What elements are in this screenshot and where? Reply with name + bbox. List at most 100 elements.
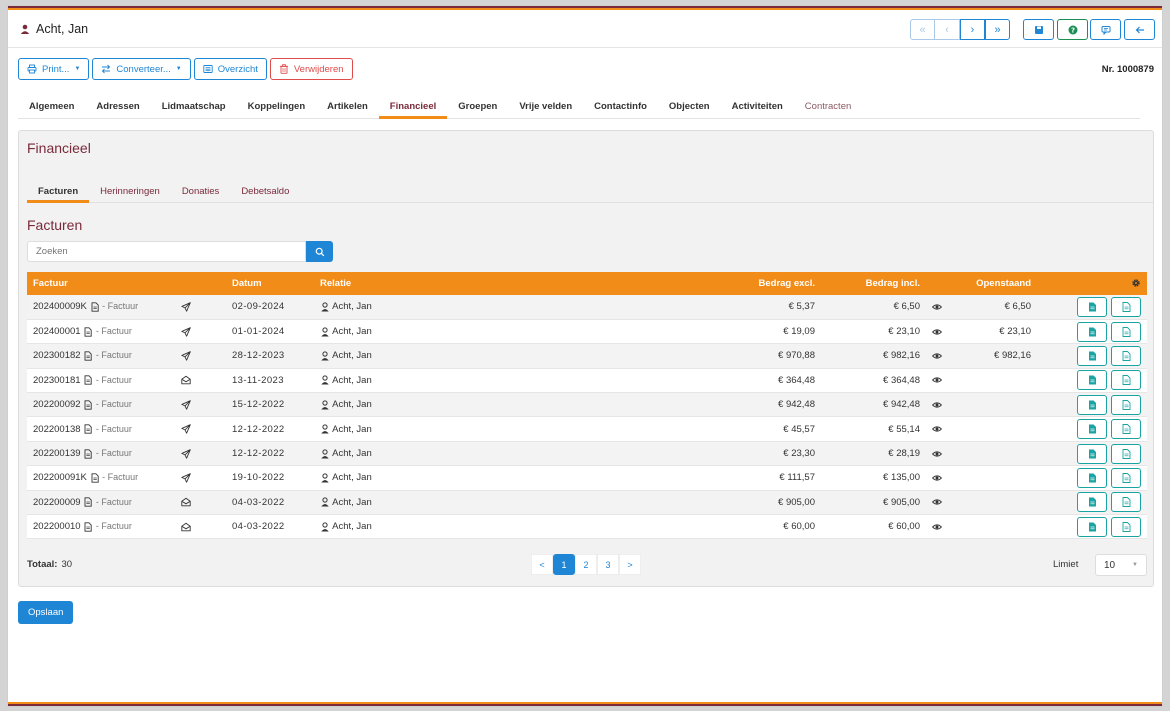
print-dropdown[interactable]: Print... ▼ bbox=[18, 58, 90, 80]
download-invoice-button[interactable] bbox=[1111, 443, 1141, 464]
tab-lidmaatschap[interactable]: Lidmaatschap bbox=[151, 96, 237, 118]
col-openstaand[interactable]: Openstaand bbox=[960, 272, 1037, 295]
help-button[interactable]: ? bbox=[1057, 19, 1088, 40]
col-datum[interactable]: Datum bbox=[226, 272, 314, 295]
download-invoice-button[interactable] bbox=[1111, 394, 1141, 415]
relation-name[interactable]: Acht, Jan bbox=[332, 399, 372, 410]
subtab-debetsaldo[interactable]: Debetsaldo bbox=[230, 184, 300, 202]
view-invoice-button[interactable] bbox=[1077, 492, 1107, 513]
tab-vrije-velden[interactable]: Vrije velden bbox=[508, 96, 583, 118]
download-invoice-button[interactable] bbox=[1111, 370, 1141, 391]
gear-icon[interactable] bbox=[1131, 278, 1141, 288]
eye-icon[interactable] bbox=[932, 327, 942, 337]
save-button[interactable]: Opslaan bbox=[18, 601, 74, 624]
invoice-number[interactable]: 202200009 bbox=[33, 497, 81, 508]
view-invoice-button[interactable] bbox=[1077, 419, 1107, 440]
page-3-button[interactable]: 3 bbox=[597, 554, 619, 575]
tab-adressen[interactable]: Adressen bbox=[85, 96, 150, 118]
col-bedrag-incl[interactable]: Bedrag incl. bbox=[821, 272, 926, 295]
eye-icon[interactable] bbox=[932, 449, 942, 459]
table-row[interactable]: 202200092 - Factuur 15-12-2022 Acht, Jan €… bbox=[27, 392, 1147, 417]
invoice-number[interactable]: 202400001 bbox=[33, 326, 81, 337]
tab-objecten[interactable]: Objecten bbox=[658, 96, 721, 118]
view-invoice-button[interactable] bbox=[1077, 296, 1107, 317]
previous-page-button[interactable]: < bbox=[531, 554, 553, 575]
invoice-number[interactable]: 202200091K bbox=[33, 472, 87, 483]
invoice-number[interactable]: 202300182 bbox=[33, 350, 81, 361]
tab-contactinfo[interactable]: Contactinfo bbox=[583, 96, 658, 118]
view-invoice-button[interactable] bbox=[1077, 345, 1107, 366]
relation-name[interactable]: Acht, Jan bbox=[332, 472, 372, 483]
tab-algemeen[interactable]: Algemeen bbox=[18, 96, 85, 118]
eye-icon[interactable] bbox=[932, 424, 942, 434]
next-record-button[interactable]: › bbox=[960, 19, 985, 40]
relation-name[interactable]: Acht, Jan bbox=[332, 301, 372, 312]
limit-select[interactable]: 10 ▼ bbox=[1095, 554, 1147, 576]
table-row[interactable]: 202300182 - Factuur 28-12-2023 Acht, Jan €… bbox=[27, 343, 1147, 369]
tab-activiteiten[interactable]: Activiteiten bbox=[721, 96, 794, 118]
subtab-herinneringen[interactable]: Herinneringen bbox=[89, 184, 171, 202]
view-invoice-button[interactable] bbox=[1077, 321, 1107, 342]
view-invoice-button[interactable] bbox=[1077, 467, 1107, 488]
save-icon-button[interactable] bbox=[1023, 19, 1054, 40]
view-invoice-button[interactable] bbox=[1077, 370, 1107, 391]
download-invoice-button[interactable] bbox=[1111, 492, 1141, 513]
eye-icon[interactable] bbox=[932, 522, 942, 532]
search-button[interactable] bbox=[306, 241, 333, 262]
eye-icon[interactable] bbox=[932, 351, 942, 361]
download-invoice-button[interactable] bbox=[1111, 467, 1141, 488]
back-button[interactable] bbox=[1124, 19, 1155, 40]
eye-icon[interactable] bbox=[932, 473, 942, 483]
tab-artikelen[interactable]: Artikelen bbox=[316, 96, 379, 118]
col-factuur[interactable]: Factuur bbox=[27, 272, 175, 295]
table-row[interactable]: 202400001 - Factuur 01-01-2024 Acht, Jan €… bbox=[27, 319, 1147, 344]
relation-name[interactable]: Acht, Jan bbox=[332, 375, 372, 386]
view-invoice-button[interactable] bbox=[1077, 394, 1107, 415]
table-row[interactable]: 202200139 - Factuur 12-12-2022 Acht, Jan €… bbox=[27, 441, 1147, 466]
download-invoice-button[interactable] bbox=[1111, 516, 1141, 537]
eye-icon[interactable] bbox=[932, 375, 942, 385]
previous-record-button[interactable]: ‹ bbox=[935, 19, 960, 40]
col-bedrag-excl[interactable]: Bedrag excl. bbox=[544, 272, 821, 295]
view-invoice-button[interactable] bbox=[1077, 443, 1107, 464]
tab-contracten[interactable]: Contracten bbox=[794, 96, 862, 118]
delete-button[interactable]: Verwijderen bbox=[269, 58, 353, 80]
download-invoice-button[interactable] bbox=[1111, 419, 1141, 440]
invoice-number[interactable]: 202200138 bbox=[33, 424, 81, 435]
invoice-number[interactable]: 202200139 bbox=[33, 448, 81, 459]
table-row[interactable]: 202200138 - Factuur 12-12-2022 Acht, Jan €… bbox=[27, 416, 1147, 442]
eye-icon[interactable] bbox=[932, 302, 942, 312]
tab-financieel[interactable]: Financieel bbox=[378, 96, 448, 119]
table-row[interactable]: 202400009K - Factuur 02-09-2024 Acht, Jan… bbox=[27, 295, 1147, 320]
tab-groepen[interactable]: Groepen bbox=[447, 96, 508, 118]
subtab-facturen[interactable]: Facturen bbox=[27, 184, 90, 203]
col-relatie[interactable]: Relatie bbox=[314, 272, 544, 295]
download-invoice-button[interactable] bbox=[1111, 345, 1141, 366]
next-page-button[interactable]: > bbox=[619, 554, 641, 575]
download-invoice-button[interactable] bbox=[1111, 321, 1141, 342]
eye-icon[interactable] bbox=[932, 400, 942, 410]
table-row[interactable]: 202200009 - Factuur 04-03-2022 Acht, Jan €… bbox=[27, 490, 1147, 515]
comment-button[interactable] bbox=[1090, 19, 1121, 40]
download-invoice-button[interactable] bbox=[1111, 296, 1141, 317]
relation-name[interactable]: Acht, Jan bbox=[332, 326, 372, 337]
relation-name[interactable]: Acht, Jan bbox=[332, 497, 372, 508]
subtab-donaties[interactable]: Donaties bbox=[171, 184, 231, 202]
eye-icon[interactable] bbox=[932, 497, 942, 507]
last-record-button[interactable]: » bbox=[985, 19, 1010, 40]
convert-dropdown[interactable]: Converteer... ▼ bbox=[92, 58, 191, 80]
page-2-button[interactable]: 2 bbox=[575, 554, 597, 575]
tab-koppelingen[interactable]: Koppelingen bbox=[237, 96, 317, 118]
search-input[interactable] bbox=[27, 241, 306, 262]
overview-button[interactable]: Overzicht bbox=[193, 58, 267, 80]
relation-name[interactable]: Acht, Jan bbox=[332, 448, 372, 459]
page-1-button[interactable]: 1 bbox=[553, 554, 575, 575]
relation-name[interactable]: Acht, Jan bbox=[332, 424, 372, 435]
relation-name[interactable]: Acht, Jan bbox=[332, 350, 372, 361]
view-invoice-button[interactable] bbox=[1077, 516, 1107, 537]
invoice-number[interactable]: 202300181 bbox=[33, 375, 81, 386]
table-row[interactable]: 202200091K - Factuur 19-10-2022 Acht, Jan… bbox=[27, 465, 1147, 491]
table-row[interactable]: 202200010 - Factuur 04-03-2022 Acht, Jan €… bbox=[27, 514, 1147, 539]
invoice-number[interactable]: 202400009K bbox=[33, 301, 87, 312]
table-row[interactable]: 202300181 - Factuur 13-11-2023 Acht, Jan €… bbox=[27, 368, 1147, 393]
